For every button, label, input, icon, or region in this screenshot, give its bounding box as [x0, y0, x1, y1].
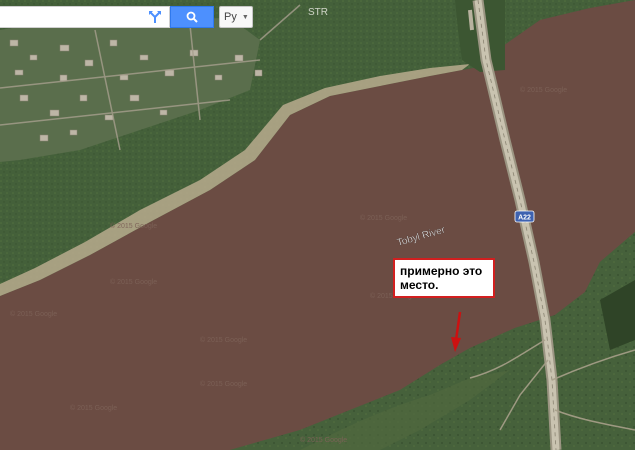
- watermark: © 2015 Google: [200, 336, 247, 344]
- directions-button[interactable]: [147, 9, 163, 25]
- satellite-map[interactable]: © 2015 Google © 2015 Google © 2015 Googl…: [0, 0, 635, 450]
- search-icon: [186, 11, 198, 23]
- watermark: © 2015 Google: [300, 436, 347, 444]
- annotation-line-2: место.: [400, 278, 439, 292]
- search-button[interactable]: [170, 6, 214, 28]
- watermark: © 2015 Google: [200, 380, 247, 388]
- language-label: Ру: [224, 11, 237, 23]
- road-shield-a22: A22: [514, 210, 535, 223]
- watermark: © 2015 Google: [110, 278, 157, 286]
- svg-text:A22: A22: [518, 215, 531, 222]
- search-box: [0, 6, 170, 28]
- village-label: STR: [308, 7, 328, 18]
- watermark: © 2015 Google: [360, 214, 407, 222]
- caret-down-icon: ▼: [241, 13, 249, 21]
- search-input[interactable]: [0, 7, 140, 27]
- watermark: © 2015 Google: [70, 404, 117, 412]
- directions-icon: [149, 11, 161, 23]
- watermark: © 2015 Google: [110, 222, 157, 230]
- watermark: © 2015 Google: [10, 310, 57, 318]
- watermark: © 2015 Google: [520, 86, 567, 94]
- language-button[interactable]: Ру ▼: [219, 6, 253, 28]
- annotation-line-1: примерно это: [400, 264, 483, 278]
- annotation-callout: примерно это место.: [393, 258, 495, 298]
